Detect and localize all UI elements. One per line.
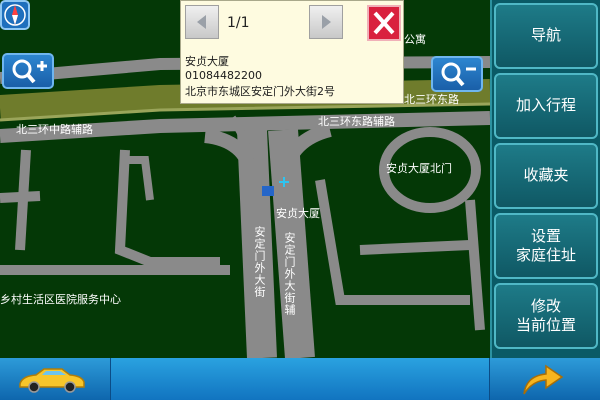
road-label: 北三环东路 bbox=[404, 93, 459, 106]
status-strip bbox=[110, 358, 490, 400]
poi-name: 安贞大厦 bbox=[185, 55, 229, 68]
road-label: 安定门外大街辅 bbox=[283, 232, 296, 316]
map-view[interactable]: 北三环中路辅路 北三环东路辅路 北三环东路 公寓 安定门外大街 安定门外大街辅 … bbox=[0, 0, 490, 358]
poi-label[interactable]: 安贞大厦北门 bbox=[386, 163, 452, 174]
modify-location-button[interactable]: 修改 当前位置 bbox=[494, 283, 598, 349]
close-popup-button[interactable] bbox=[367, 5, 401, 41]
set-home-label-1: 设置 bbox=[530, 226, 561, 245]
poi-label[interactable]: 乡村生活区医院服务中心 bbox=[0, 294, 121, 305]
navigate-label: 导航 bbox=[530, 26, 561, 45]
zoom-in-button[interactable] bbox=[2, 53, 54, 89]
close-icon bbox=[373, 11, 395, 35]
favorites-button[interactable]: 收藏夹 bbox=[494, 143, 598, 209]
favorites-label: 收藏夹 bbox=[523, 166, 569, 185]
poi-address: 北京市东城区安定门外大街2号 bbox=[185, 85, 335, 98]
modify-location-label-1: 修改 bbox=[530, 296, 561, 315]
chevron-left-icon bbox=[197, 15, 206, 29]
road-label: 安定门外大街 bbox=[253, 226, 266, 298]
add-to-route-button[interactable]: 加入行程 bbox=[494, 73, 598, 139]
action-sidebar: 导航 加入行程 收藏夹 设置 家庭住址 修改 当前位置 bbox=[490, 0, 600, 358]
modify-location-label-2: 当前位置 bbox=[515, 316, 576, 334]
set-home-label-2: 家庭住址 bbox=[515, 246, 576, 264]
zoom-out-icon bbox=[441, 62, 476, 87]
road-label: 公寓 bbox=[404, 33, 426, 46]
poi-label[interactable]: 安贞大厦 bbox=[276, 208, 320, 219]
result-counter: 1/1 bbox=[227, 15, 250, 31]
road-label: 北三环东路辅路 bbox=[318, 115, 395, 128]
set-home-button[interactable]: 设置 家庭住址 bbox=[494, 213, 598, 279]
add-to-route-label: 加入行程 bbox=[515, 96, 576, 115]
poi-info-popup: 1/1 安贞大厦 01084482200 北京市东城区安定门外大街2号 bbox=[180, 0, 404, 104]
road-label: 北三环中路辅路 bbox=[16, 123, 93, 136]
zoom-out-button[interactable] bbox=[431, 56, 483, 92]
prev-result-button[interactable] bbox=[185, 5, 219, 39]
next-result-button[interactable] bbox=[309, 5, 343, 39]
car-icon[interactable] bbox=[14, 362, 88, 396]
compass-icon[interactable] bbox=[0, 0, 30, 30]
poi-phone[interactable]: 01084482200 bbox=[185, 69, 262, 82]
turn-arrow-icon[interactable] bbox=[518, 362, 566, 396]
zoom-in-icon bbox=[12, 59, 47, 84]
bottom-bar bbox=[0, 358, 600, 400]
navigate-button[interactable]: 导航 bbox=[494, 3, 598, 69]
chevron-right-icon bbox=[322, 15, 331, 29]
